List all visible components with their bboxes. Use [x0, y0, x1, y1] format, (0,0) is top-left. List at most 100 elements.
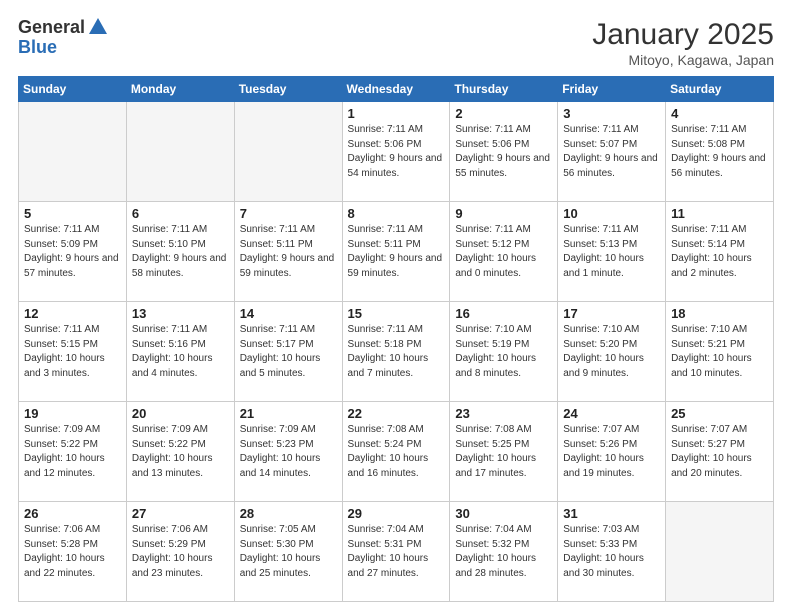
day-info: Sunrise: 7:03 AM Sunset: 5:33 PM Dayligh… — [563, 523, 660, 581]
calendar-cell — [126, 102, 234, 202]
calendar-week-row: 26 Sunrise: 7:06 AM Sunset: 5:28 PM Dayli… — [19, 502, 774, 602]
page: General Blue January 2025 Mitoyo, Kagawa… — [0, 0, 792, 612]
calendar-cell: 31 Sunrise: 7:03 AM Sunset: 5:33 PM Dayli… — [558, 502, 666, 602]
calendar-cell: 30 Sunrise: 7:04 AM Sunset: 5:32 PM Dayli… — [450, 502, 558, 602]
calendar-cell: 1Sunrise: 7:11 AM Sunset: 5:06 PM Daylig… — [342, 102, 450, 202]
day-info: Sunrise: 7:11 AM Sunset: 5:11 PM Dayligh… — [240, 223, 337, 281]
day-number: 22 — [348, 406, 445, 421]
day-number: 29 — [348, 506, 445, 521]
logo-icon — [87, 16, 109, 38]
calendar-cell: 24 Sunrise: 7:07 AM Sunset: 5:26 PM Dayli… — [558, 402, 666, 502]
day-number: 11 — [671, 206, 768, 221]
calendar-cell: 8Sunrise: 7:11 AM Sunset: 5:11 PM Daylig… — [342, 202, 450, 302]
day-info: Sunrise: 7:05 AM Sunset: 5:30 PM Dayligh… — [240, 523, 337, 581]
calendar-week-row: 19 Sunrise: 7:09 AM Sunset: 5:22 PM Dayli… — [19, 402, 774, 502]
calendar-cell: 11 Sunrise: 7:11 AM Sunset: 5:14 PM Dayli… — [666, 202, 774, 302]
day-number: 31 — [563, 506, 660, 521]
day-number: 20 — [132, 406, 229, 421]
day-number: 26 — [24, 506, 121, 521]
day-info: Sunrise: 7:10 AM Sunset: 5:21 PM Dayligh… — [671, 323, 768, 381]
day-number: 15 — [348, 306, 445, 321]
day-info: Sunrise: 7:11 AM Sunset: 5:16 PM Dayligh… — [132, 323, 229, 381]
day-info: Sunrise: 7:06 AM Sunset: 5:28 PM Dayligh… — [24, 523, 121, 581]
calendar-cell: 13 Sunrise: 7:11 AM Sunset: 5:16 PM Dayli… — [126, 302, 234, 402]
calendar-cell: 18 Sunrise: 7:10 AM Sunset: 5:21 PM Dayli… — [666, 302, 774, 402]
day-number: 5 — [24, 206, 121, 221]
calendar-cell: 2Sunrise: 7:11 AM Sunset: 5:06 PM Daylig… — [450, 102, 558, 202]
day-number: 1 — [348, 106, 445, 121]
day-info: Sunrise: 7:11 AM Sunset: 5:14 PM Dayligh… — [671, 223, 768, 281]
title-block: January 2025 Mitoyo, Kagawa, Japan — [592, 18, 774, 68]
calendar-cell — [666, 502, 774, 602]
calendar-cell: 4Sunrise: 7:11 AM Sunset: 5:08 PM Daylig… — [666, 102, 774, 202]
day-info: Sunrise: 7:10 AM Sunset: 5:20 PM Dayligh… — [563, 323, 660, 381]
logo: General Blue — [18, 18, 109, 58]
calendar-cell: 28 Sunrise: 7:05 AM Sunset: 5:30 PM Dayli… — [234, 502, 342, 602]
day-info: Sunrise: 7:04 AM Sunset: 5:31 PM Dayligh… — [348, 523, 445, 581]
day-info: Sunrise: 7:09 AM Sunset: 5:22 PM Dayligh… — [132, 423, 229, 481]
day-info: Sunrise: 7:04 AM Sunset: 5:32 PM Dayligh… — [455, 523, 552, 581]
day-info: Sunrise: 7:06 AM Sunset: 5:29 PM Dayligh… — [132, 523, 229, 581]
logo-blue: Blue — [18, 38, 109, 58]
day-info: Sunrise: 7:11 AM Sunset: 5:09 PM Dayligh… — [24, 223, 121, 281]
calendar-cell: 20 Sunrise: 7:09 AM Sunset: 5:22 PM Dayli… — [126, 402, 234, 502]
calendar-cell: 16Sunrise: 7:10 AM Sunset: 5:19 PM Dayli… — [450, 302, 558, 402]
calendar-cell: 17Sunrise: 7:10 AM Sunset: 5:20 PM Dayli… — [558, 302, 666, 402]
day-number: 24 — [563, 406, 660, 421]
calendar-cell: 9Sunrise: 7:11 AM Sunset: 5:12 PM Daylig… — [450, 202, 558, 302]
calendar-cell: 23Sunrise: 7:08 AM Sunset: 5:25 PM Dayli… — [450, 402, 558, 502]
day-info: Sunrise: 7:11 AM Sunset: 5:10 PM Dayligh… — [132, 223, 229, 281]
day-number: 8 — [348, 206, 445, 221]
day-info: Sunrise: 7:11 AM Sunset: 5:17 PM Dayligh… — [240, 323, 337, 381]
calendar-cell: 15 Sunrise: 7:11 AM Sunset: 5:18 PM Dayli… — [342, 302, 450, 402]
calendar-cell: 14Sunrise: 7:11 AM Sunset: 5:17 PM Dayli… — [234, 302, 342, 402]
day-number: 6 — [132, 206, 229, 221]
calendar-cell: 29 Sunrise: 7:04 AM Sunset: 5:31 PM Dayli… — [342, 502, 450, 602]
calendar-cell: 25 Sunrise: 7:07 AM Sunset: 5:27 PM Dayli… — [666, 402, 774, 502]
calendar-cell: 21 Sunrise: 7:09 AM Sunset: 5:23 PM Dayli… — [234, 402, 342, 502]
calendar-cell: 22 Sunrise: 7:08 AM Sunset: 5:24 PM Dayli… — [342, 402, 450, 502]
weekday-header-tuesday: Tuesday — [234, 77, 342, 102]
calendar-cell: 12Sunrise: 7:11 AM Sunset: 5:15 PM Dayli… — [19, 302, 127, 402]
header: General Blue January 2025 Mitoyo, Kagawa… — [18, 18, 774, 68]
calendar-week-row: 12Sunrise: 7:11 AM Sunset: 5:15 PM Dayli… — [19, 302, 774, 402]
calendar-cell: 7 Sunrise: 7:11 AM Sunset: 5:11 PM Daylig… — [234, 202, 342, 302]
month-year-title: January 2025 — [592, 18, 774, 52]
day-info: Sunrise: 7:09 AM Sunset: 5:23 PM Dayligh… — [240, 423, 337, 481]
calendar-cell: 3 Sunrise: 7:11 AM Sunset: 5:07 PM Daylig… — [558, 102, 666, 202]
day-number: 30 — [455, 506, 552, 521]
day-number: 21 — [240, 406, 337, 421]
calendar-cell: 19Sunrise: 7:09 AM Sunset: 5:22 PM Dayli… — [19, 402, 127, 502]
calendar-cell: 6 Sunrise: 7:11 AM Sunset: 5:10 PM Daylig… — [126, 202, 234, 302]
day-info: Sunrise: 7:07 AM Sunset: 5:26 PM Dayligh… — [563, 423, 660, 481]
day-number: 9 — [455, 206, 552, 221]
calendar-cell — [19, 102, 127, 202]
day-info: Sunrise: 7:11 AM Sunset: 5:07 PM Dayligh… — [563, 123, 660, 181]
day-info: Sunrise: 7:08 AM Sunset: 5:24 PM Dayligh… — [348, 423, 445, 481]
calendar-week-row: 5 Sunrise: 7:11 AM Sunset: 5:09 PM Daylig… — [19, 202, 774, 302]
weekday-header-thursday: Thursday — [450, 77, 558, 102]
day-number: 3 — [563, 106, 660, 121]
day-number: 25 — [671, 406, 768, 421]
logo-text: General Blue — [18, 18, 109, 58]
calendar-table: SundayMondayTuesdayWednesdayThursdayFrid… — [18, 76, 774, 602]
calendar-cell: 5 Sunrise: 7:11 AM Sunset: 5:09 PM Daylig… — [19, 202, 127, 302]
day-info: Sunrise: 7:11 AM Sunset: 5:18 PM Dayligh… — [348, 323, 445, 381]
day-number: 13 — [132, 306, 229, 321]
day-info: Sunrise: 7:11 AM Sunset: 5:13 PM Dayligh… — [563, 223, 660, 281]
day-number: 19 — [24, 406, 121, 421]
day-info: Sunrise: 7:10 AM Sunset: 5:19 PM Dayligh… — [455, 323, 552, 381]
day-info: Sunrise: 7:11 AM Sunset: 5:15 PM Dayligh… — [24, 323, 121, 381]
weekday-header-friday: Friday — [558, 77, 666, 102]
logo-general: General — [18, 18, 85, 38]
location-subtitle: Mitoyo, Kagawa, Japan — [592, 52, 774, 68]
day-number: 7 — [240, 206, 337, 221]
day-number: 23 — [455, 406, 552, 421]
weekday-header-row: SundayMondayTuesdayWednesdayThursdayFrid… — [19, 77, 774, 102]
weekday-header-sunday: Sunday — [19, 77, 127, 102]
day-number: 28 — [240, 506, 337, 521]
day-info: Sunrise: 7:07 AM Sunset: 5:27 PM Dayligh… — [671, 423, 768, 481]
day-number: 18 — [671, 306, 768, 321]
day-info: Sunrise: 7:11 AM Sunset: 5:08 PM Dayligh… — [671, 123, 768, 181]
weekday-header-monday: Monday — [126, 77, 234, 102]
